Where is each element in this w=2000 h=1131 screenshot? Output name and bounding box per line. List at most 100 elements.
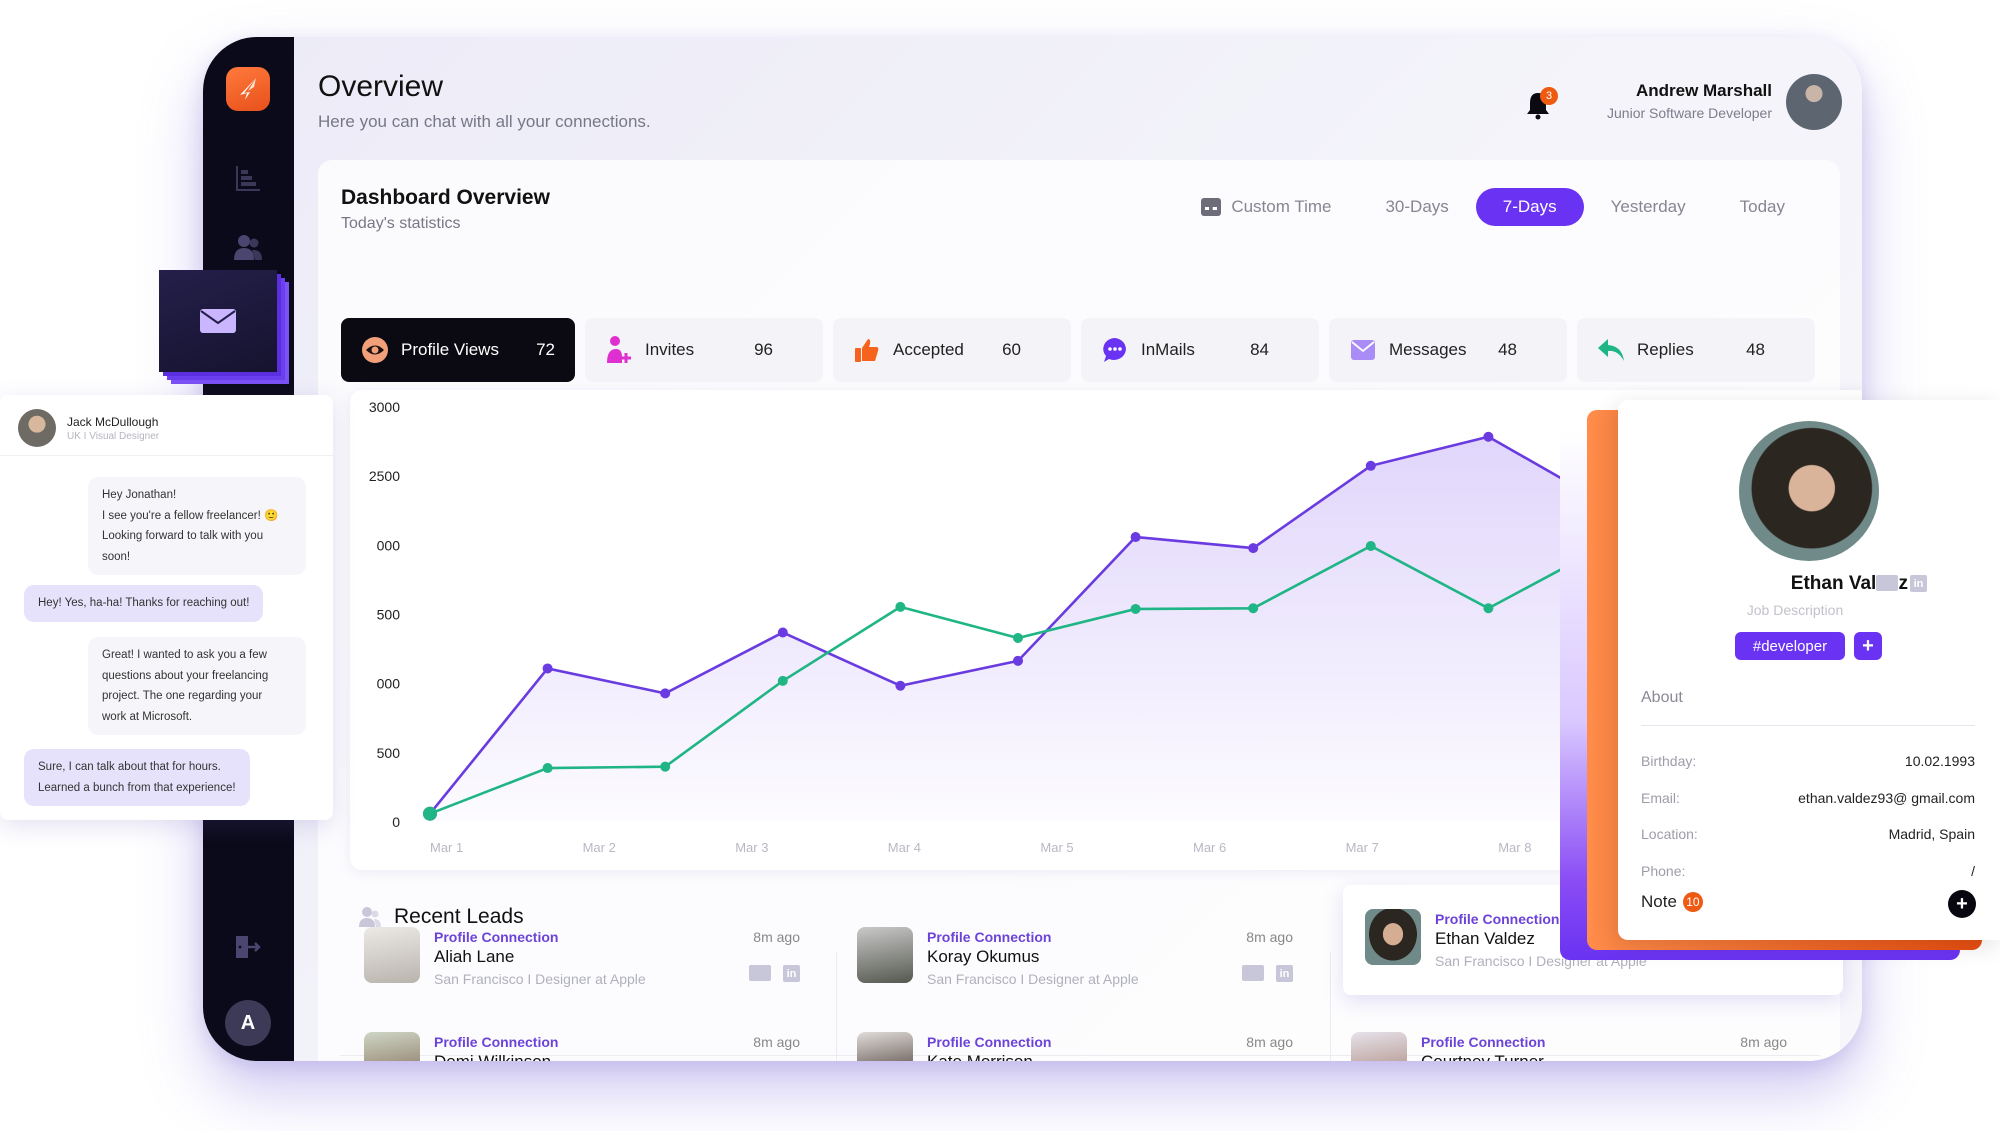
message-outgoing: Hey! Yes, ha-ha! Thanks for reaching out… xyxy=(24,585,264,622)
lead-time: 8m ago xyxy=(753,1034,800,1050)
data-point-green xyxy=(777,675,788,686)
chat-panel: Jack McDullough UK I Visual Designer Hey… xyxy=(0,395,333,820)
linkedin-icon[interactable]: in xyxy=(1910,575,1927,592)
mail-icon[interactable] xyxy=(1242,965,1264,981)
logout-icon[interactable] xyxy=(233,932,263,962)
stat-value: 72 xyxy=(536,340,555,359)
page-subtitle: Here you can chat with all your connecti… xyxy=(318,112,651,131)
linkedin-icon[interactable]: in xyxy=(1276,965,1293,982)
field-value[interactable]: ethan.valdez93@ gmail.com xyxy=(1798,790,1975,806)
notifications-button[interactable]: 3 xyxy=(1523,87,1558,123)
envelope-icon xyxy=(1349,336,1377,364)
lead-item[interactable]: Profile Connection Kate Morrison 8m ago xyxy=(857,1032,1317,1061)
data-point-green xyxy=(542,763,553,774)
note-label: Note xyxy=(1641,892,1677,911)
contact-name: Jack McDullough xyxy=(67,415,159,429)
add-tag-button[interactable]: + xyxy=(1854,632,1882,660)
field-email: Email: ethan.valdez93@ gmail.com xyxy=(1641,790,1975,806)
message-text: Great! I wanted to ask you a few question… xyxy=(102,649,269,723)
lead-item[interactable]: Profile Connection Aliah Lane San Franci… xyxy=(364,927,824,1017)
stat-invites[interactable]: Invites 96 xyxy=(585,318,823,382)
lead-kind: Profile Connection xyxy=(927,1034,1052,1050)
user-plus-icon xyxy=(605,336,633,364)
field-label: Birthday: xyxy=(1641,753,1697,769)
thumbs-up-icon xyxy=(853,336,881,364)
field-label: Phone: xyxy=(1641,863,1686,879)
add-note-button[interactable]: + xyxy=(1948,890,1976,918)
stat-label: InMails xyxy=(1141,340,1195,359)
logo-icon[interactable] xyxy=(226,67,270,111)
contact-avatar[interactable] xyxy=(18,409,56,447)
linkedin-icon[interactable]: in xyxy=(783,965,800,982)
y-tick-label: 500 xyxy=(377,745,401,761)
account-avatar[interactable]: A xyxy=(225,1000,271,1046)
lead-avatar xyxy=(1351,1032,1407,1061)
lead-item[interactable]: Profile Connection Demi Wilkinson 8m ago xyxy=(364,1032,824,1061)
user-avatar[interactable] xyxy=(1786,74,1842,130)
divider xyxy=(1330,952,1331,1061)
user-role: Junior Software Developer xyxy=(1607,105,1772,121)
filter-yesterday[interactable]: Yesterday xyxy=(1584,188,1713,226)
stat-inmails[interactable]: InMails 84 xyxy=(1081,318,1319,382)
notification-badge: 3 xyxy=(1540,87,1558,105)
data-point-purple xyxy=(895,680,906,691)
chart-icon[interactable] xyxy=(233,163,263,193)
time-filters: Custom Time 30-Days 7-Days Yesterday Tod… xyxy=(1174,188,1812,226)
data-point-purple xyxy=(660,688,671,699)
field-phone: Phone: / xyxy=(1641,863,1975,879)
lead-avatar xyxy=(1365,909,1421,965)
note-section[interactable]: Note 10 xyxy=(1641,892,1703,912)
lead-time: 8m ago xyxy=(1246,1034,1293,1050)
filter-7-days[interactable]: 7-Days xyxy=(1475,188,1584,226)
lead-item[interactable]: Profile Connection Koray Okumus San Fran… xyxy=(857,927,1317,1017)
lead-item[interactable]: Profile Connection Courtney Turner 8m ag… xyxy=(1351,1032,1811,1061)
mail-icon[interactable] xyxy=(1876,575,1898,591)
y-tick-label: 000 xyxy=(377,537,401,553)
profile-job: Job Description xyxy=(1746,602,1844,618)
message-outgoing: Sure, I can talk about that for hours. Le… xyxy=(24,749,250,806)
message-incoming: Great! I wanted to ask you a few question… xyxy=(88,637,306,735)
lead-kind: Profile Connection xyxy=(1435,911,1560,927)
profile-tag[interactable]: #developer xyxy=(1735,632,1845,660)
stat-value: 48 xyxy=(1498,340,1517,359)
stage: A Overview Here you can chat with all yo… xyxy=(0,0,2000,1131)
field-value: Madrid, Spain xyxy=(1888,826,1975,842)
mail-icon[interactable] xyxy=(749,965,771,981)
stat-value: 48 xyxy=(1746,340,1765,359)
y-tick-label: 2500 xyxy=(369,468,400,484)
stat-replies[interactable]: Replies 48 xyxy=(1577,318,1815,382)
x-tick-label: Mar 5 xyxy=(1040,840,1073,855)
x-tick-label: Mar 4 xyxy=(888,840,921,855)
contact-role: UK I Visual Designer xyxy=(67,431,160,442)
lead-kind: Profile Connection xyxy=(927,929,1052,945)
stat-profile-views[interactable]: Profile Views 72 xyxy=(341,318,575,382)
field-label: Email: xyxy=(1641,790,1680,806)
stat-label: Accepted xyxy=(893,340,964,359)
page-title: Overview xyxy=(318,70,444,103)
data-point-purple xyxy=(777,627,788,638)
stat-label: Invites xyxy=(645,340,695,359)
lead-time: 8m ago xyxy=(1246,929,1293,945)
lead-avatar xyxy=(364,927,420,983)
filter-today[interactable]: Today xyxy=(1713,188,1812,226)
x-tick-label: Mar 2 xyxy=(583,840,616,855)
lead-name: Ethan Valdez xyxy=(1435,929,1535,948)
field-value: 10.02.1993 xyxy=(1904,753,1975,769)
filter-30-days[interactable]: 30-Days xyxy=(1358,188,1475,226)
y-tick-label: 0 xyxy=(392,814,400,830)
lead-kind: Profile Connection xyxy=(1421,1034,1546,1050)
stat-accepted[interactable]: Accepted 60 xyxy=(833,318,1071,382)
lead-location: San Francisco I Designer at Apple xyxy=(434,971,646,987)
lead-kind: Profile Connection xyxy=(434,1034,559,1050)
chat-bubble-icon xyxy=(1101,336,1129,364)
floating-mail-tile[interactable] xyxy=(159,270,277,372)
users-icon[interactable] xyxy=(233,232,263,262)
field-location: Location: Madrid, Spain xyxy=(1641,826,1975,842)
stat-value: 60 xyxy=(1002,340,1021,359)
note-count-badge: 10 xyxy=(1682,892,1703,912)
filter-custom-time[interactable]: Custom Time xyxy=(1174,188,1358,226)
lead-location: San Francisco I Designer at Apple xyxy=(927,971,1139,987)
field-label: Location: xyxy=(1641,826,1698,842)
y-tick-label: 000 xyxy=(377,676,401,692)
stat-messages[interactable]: Messages 48 xyxy=(1329,318,1567,382)
